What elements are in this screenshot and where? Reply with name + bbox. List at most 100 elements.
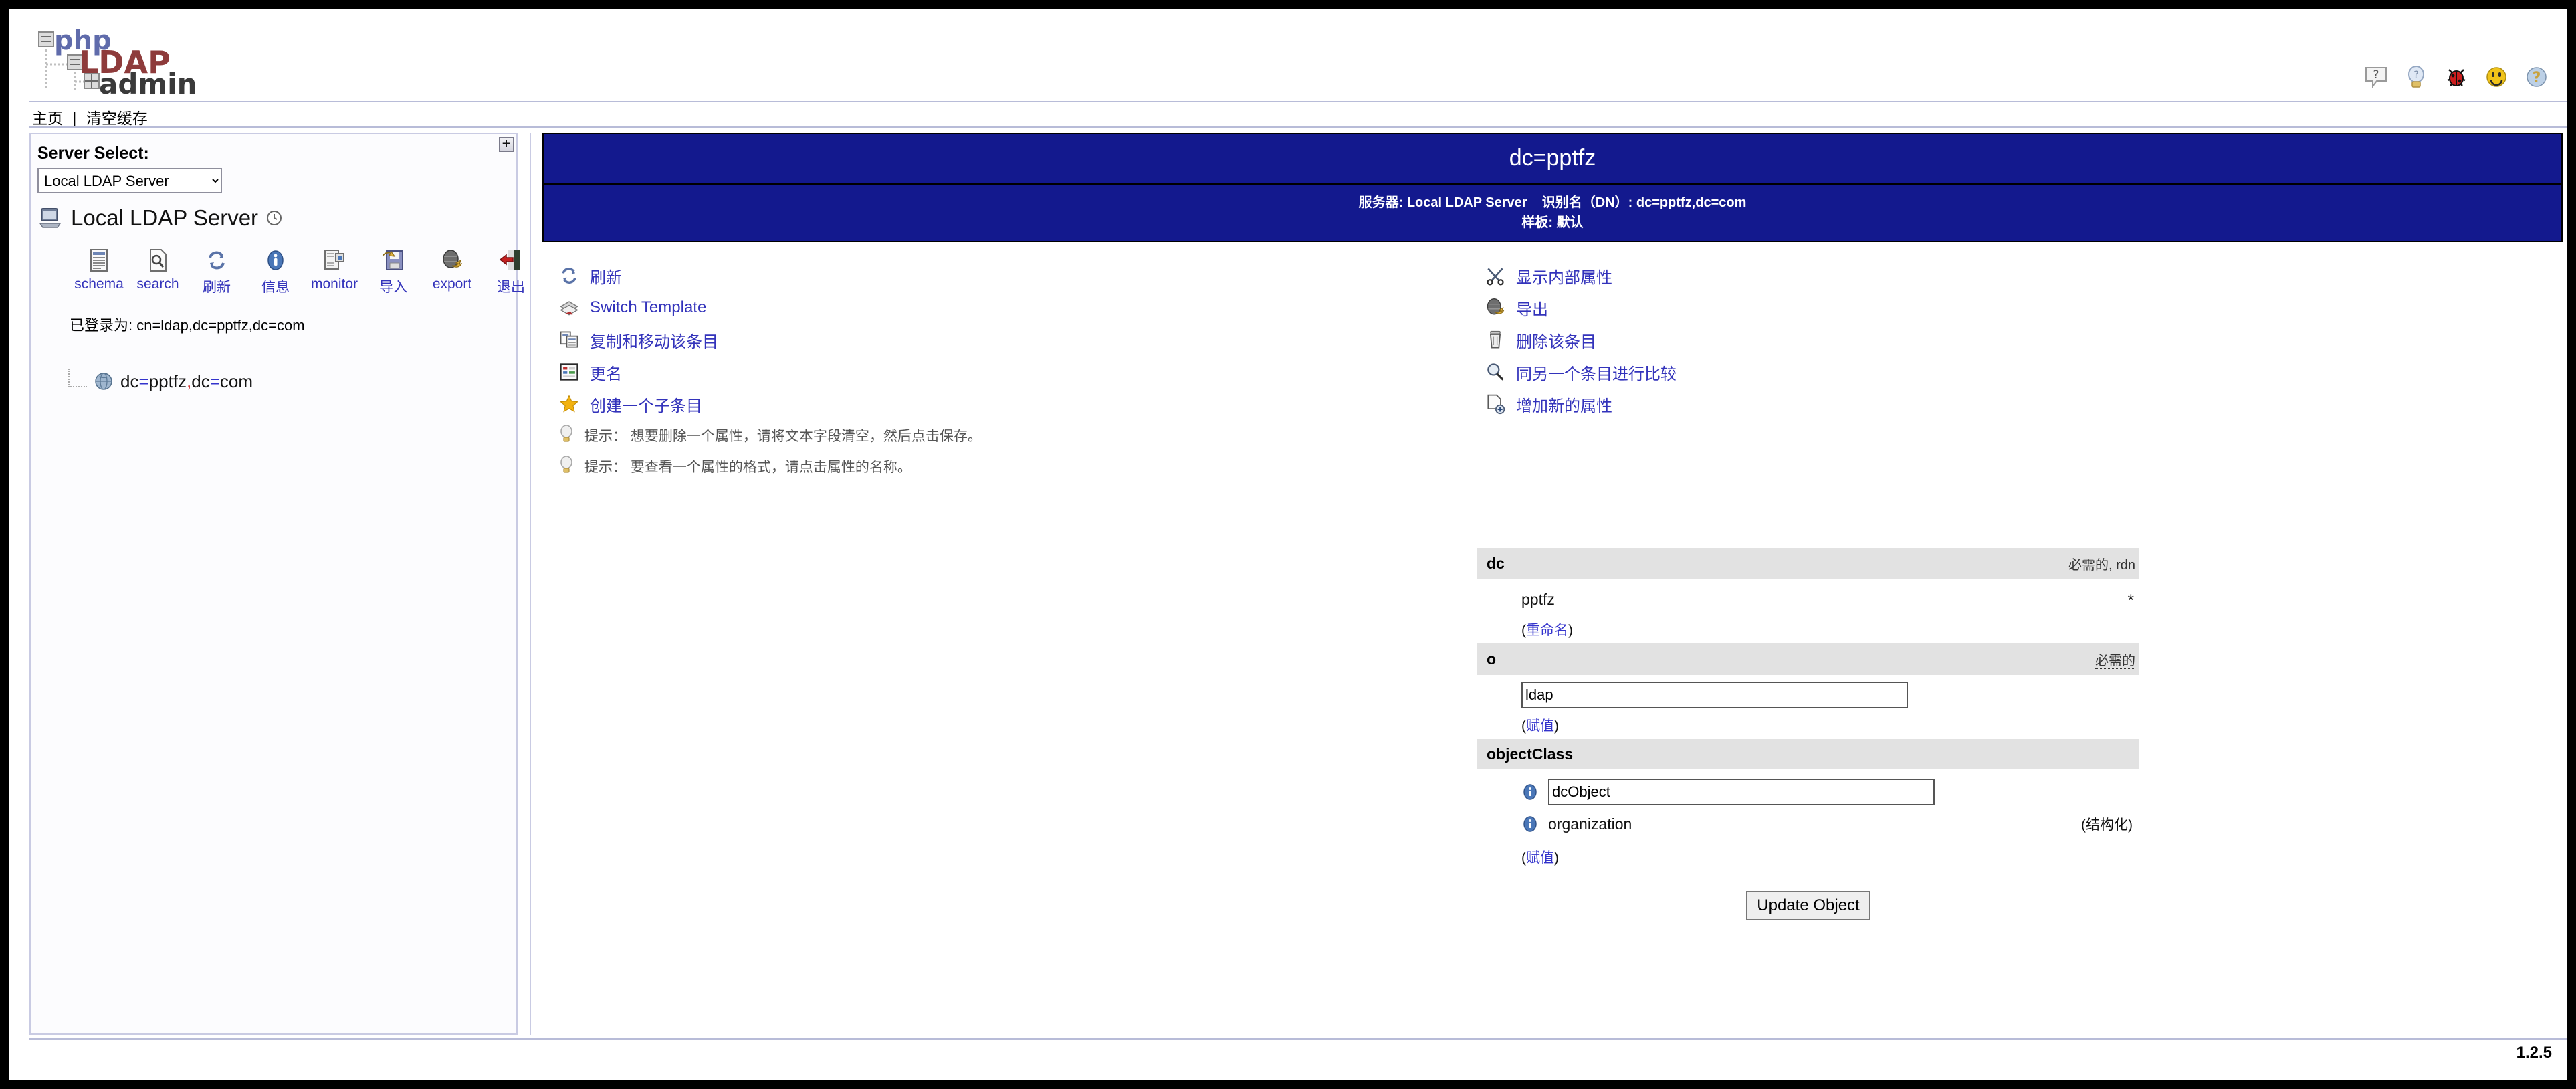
action-create-child-entry[interactable]: 创建一个子条目 [558, 388, 982, 420]
submit-row: Update Object [1477, 891, 2139, 920]
action-switch-template[interactable]: Switch Template [558, 292, 982, 324]
action-rename[interactable]: 更名 [558, 356, 982, 388]
add-value-link[interactable]: 赋值 [1526, 850, 1554, 866]
sidebar-tool-info[interactable]: 信息 [246, 247, 305, 296]
question-sphere-icon[interactable]: ? [2524, 64, 2549, 90]
schema-icon [88, 247, 110, 274]
attribute-action-o: (赋值) [1521, 715, 2135, 735]
bug-icon[interactable] [2444, 64, 2469, 90]
info-icon[interactable] [1521, 783, 1539, 801]
attribute-value-row-o [1521, 682, 2135, 708]
logout-icon [499, 247, 523, 274]
sidebar-tool-import[interactable]: 导入 [364, 247, 423, 296]
meta-required-link[interactable]: 必需的 [2095, 654, 2135, 669]
refresh-icon [205, 247, 229, 274]
version-label: 1.2.5 [2516, 1044, 2552, 1062]
action-show-internal-attributes[interactable]: 显示内部属性 [1484, 260, 1677, 292]
paren-open: ( [1521, 850, 1526, 866]
logged-in-as-label: 已登录为: cn=ldap,dc=pptfz,dc=com [70, 317, 305, 334]
paren-close: ) [1568, 623, 1573, 638]
server-toolbar: schema search 刷新 信息 monitor 导入 export 退出 [70, 247, 540, 296]
tree-eq1: = [138, 371, 149, 391]
sidebar-tool-monitor[interactable]: monitor [305, 247, 364, 292]
required-asterisk: * [2127, 591, 2134, 609]
smiley-icon[interactable] [2484, 64, 2509, 90]
rename-link[interactable]: 重命名 [1526, 623, 1568, 638]
sidebar-tool-logout-label: 退出 [497, 280, 525, 295]
tree-mid: pptfz [148, 371, 187, 391]
sidebar-tool-schema[interactable]: schema [70, 247, 128, 292]
page-title: dc=pptfz [544, 134, 2561, 185]
attribute-action-objectclass: (赋值) [1521, 847, 2135, 867]
attribute-header-objectclass: objectClass [1477, 739, 2139, 769]
action-compare-entry-label: 同另一个条目进行比较 [1516, 365, 1677, 383]
info-icon[interactable] [1521, 815, 1539, 833]
action-rename-label: 更名 [590, 365, 622, 383]
lightbulb-icon [558, 455, 575, 478]
sidebar-tool-refresh-label: 刷新 [203, 280, 231, 295]
tree-connector [68, 369, 87, 387]
entry-actions-left-column: 刷新 Switch Template 复制和移动该条目 更名 创建一个子条目 提… [558, 260, 982, 482]
dn-prefix-label: 识别名（DN）: [1541, 195, 1633, 210]
action-export[interactable]: 导出 [1484, 292, 1677, 324]
attribute-body-dc: pptfz * (重命名) [1477, 579, 2139, 644]
globe-icon [95, 373, 112, 390]
action-copy-move[interactable]: 复制和移动该条目 [558, 324, 982, 356]
attribute-meta-o: 必需的 [2095, 650, 2135, 669]
breadcrumb: 主页 | 清空缓存 [9, 102, 2567, 128]
action-add-new-attribute[interactable]: 增加新的属性 [1484, 388, 1677, 420]
meta-rdn-link[interactable]: rdn [2116, 558, 2135, 573]
attribute-value-row-dc: pptfz [1521, 586, 2135, 613]
tree-dc2: dc [191, 371, 210, 391]
tree-node-base-dn[interactable]: dc=pptfz,dc=com [68, 369, 253, 394]
attribute-table: dc 必需的, rdn pptfz * (重命名) o 必需的 ldap (赋值… [1477, 548, 2139, 920]
objectclass-row-dcobject [1521, 776, 2135, 808]
sidebar: + Server Select: Local LDAP Server Local… [29, 133, 525, 1035]
sidebar-tool-monitor-label: monitor [310, 276, 358, 292]
sidebar-tool-search[interactable]: search [128, 247, 187, 292]
action-compare-entry[interactable]: 同另一个条目进行比较 [1484, 356, 1677, 388]
compare-icon [1484, 361, 1507, 383]
action-refresh[interactable]: 刷新 [558, 260, 982, 292]
add-value-link[interactable]: 赋值 [1526, 718, 1554, 734]
rename-icon [558, 361, 580, 383]
tools-icon [1484, 264, 1507, 287]
server-prefix-label: 服务器: [1358, 195, 1404, 210]
objectclass-input-dcobject[interactable] [1548, 779, 1935, 805]
action-copy-move-label: 复制和移动该条目 [590, 332, 718, 351]
sidebar-tool-export[interactable]: export [423, 247, 481, 292]
attribute-body-o: (赋值) [1477, 675, 2139, 739]
attribute-name-o[interactable]: o [1487, 650, 1496, 668]
sidebar-tool-schema-label: schema [74, 276, 124, 292]
attribute-name-objectclass[interactable]: objectClass [1487, 745, 1573, 763]
server-computer-icon [39, 208, 62, 228]
sidebar-tool-export-label: export [432, 276, 472, 292]
sidebar-tool-refresh[interactable]: 刷新 [187, 247, 246, 296]
import-icon [381, 247, 405, 274]
breadcrumb-home-link[interactable]: 主页 [32, 110, 63, 127]
sidebar-tool-import-label: 导入 [379, 280, 407, 295]
export-icon [1484, 296, 1507, 319]
action-refresh-label: 刷新 [590, 268, 622, 287]
attribute-meta-dc: 必需的, rdn [2068, 554, 2135, 573]
header-icon-group: ? ? ? [2363, 64, 2549, 90]
paren-open: ( [1521, 623, 1526, 638]
server-select-dropdown[interactable]: Local LDAP Server [37, 168, 222, 193]
meta-required-link[interactable]: 必需的 [2068, 558, 2109, 573]
update-object-button[interactable]: Update Object [1746, 891, 1870, 920]
breadcrumb-purge-cache-link[interactable]: 清空缓存 [86, 110, 148, 127]
server-name-label: Local LDAP Server [71, 205, 259, 230]
clock-icon[interactable] [266, 210, 282, 226]
attribute-input-o[interactable] [1521, 682, 1908, 708]
lightbulb-icon[interactable]: ? [2403, 64, 2429, 90]
attribute-name-dc[interactable]: dc [1487, 555, 1505, 573]
action-delete-entry[interactable]: 删除该条目 [1484, 324, 1677, 356]
refresh-icon [558, 264, 580, 287]
export-icon [440, 247, 464, 274]
attribute-block-dc: dc 必需的, rdn pptfz * (重命名) [1477, 548, 2139, 644]
sidebar-collapse-button[interactable]: + [499, 137, 514, 152]
ldap-tree: dc=pptfz,dc=com [68, 369, 253, 394]
help-balloon-icon[interactable]: ? [2363, 64, 2389, 90]
server-select-label: Server Select: [37, 144, 149, 163]
paren-close: ) [1554, 718, 1559, 734]
